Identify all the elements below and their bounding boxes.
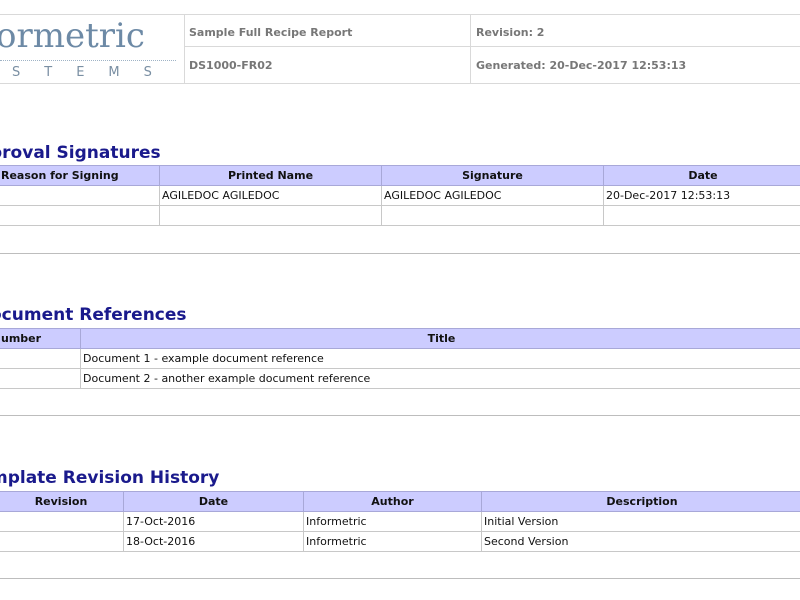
table-row: AGILEDOC AGILEDOC AGILEDOC AGILEDOC 20-D… [0, 185, 800, 206]
company-logo-subtitle: STEMS [12, 65, 176, 80]
table-cell [159, 205, 382, 226]
column-header: Reason for Signing [0, 165, 160, 186]
revision-history-heading: mplate Revision History [0, 468, 220, 488]
approval-signatures-table: Reason for Signing Printed Name Signatur… [0, 165, 800, 226]
section-divider [0, 253, 800, 254]
report-title: Sample Full Recipe Report [189, 26, 353, 39]
table-cell: 20-Dec-2017 12:53:13 [603, 185, 800, 206]
section-divider [0, 578, 800, 579]
table-cell: Document 2 - another example document re… [80, 368, 800, 389]
table-cell [603, 205, 800, 226]
table-cell: Informetric [303, 511, 482, 532]
column-header: Description [481, 491, 800, 512]
header-bottom-border [0, 83, 800, 84]
table-cell: AGILEDOC AGILEDOC [159, 185, 382, 206]
document-references-table: umber Title Document 1 - example documen… [0, 328, 800, 389]
column-header: Signature [381, 165, 604, 186]
revision-history-table: Revision Date Author Description 17-Oct-… [0, 491, 800, 552]
table-header-row: Revision Date Author Description [0, 491, 800, 512]
header-top-border [0, 14, 800, 15]
document-id: DS1000-FR02 [189, 59, 273, 72]
header-divider-right [470, 14, 471, 84]
table-cell: 18-Oct-2016 [123, 531, 304, 552]
report-page: ormetric STEMS Sample Full Recipe Report… [0, 0, 800, 600]
approval-signatures-heading: proval Signatures [0, 143, 161, 163]
column-header: Printed Name [159, 165, 382, 186]
generated-timestamp: Generated: 20-Dec-2017 12:53:13 [476, 59, 687, 72]
company-logo-wordmark: ormetric [0, 16, 145, 56]
header-divider-left [184, 14, 185, 84]
column-header: Date [123, 491, 304, 512]
table-cell: 17-Oct-2016 [123, 511, 304, 532]
document-references-heading: ocument References [0, 305, 187, 325]
table-cell [0, 368, 81, 389]
column-header: Date [603, 165, 800, 186]
column-header: Title [80, 328, 800, 349]
table-header-row: umber Title [0, 328, 800, 349]
header-middle-border [184, 46, 800, 47]
table-cell [0, 348, 81, 369]
table-header-row: Reason for Signing Printed Name Signatur… [0, 165, 800, 186]
table-row: 18-Oct-2016 Informetric Second Version [0, 531, 800, 552]
table-cell [0, 511, 124, 532]
logo-dotted-rule [0, 60, 176, 61]
table-cell: Informetric [303, 531, 482, 552]
column-header: umber [0, 328, 81, 349]
table-cell [381, 205, 604, 226]
table-cell [0, 185, 160, 206]
table-cell: Document 1 - example document reference [80, 348, 800, 369]
table-row: 17-Oct-2016 Informetric Initial Version [0, 511, 800, 532]
table-cell [0, 205, 160, 226]
table-row: Document 2 - another example document re… [0, 368, 800, 389]
table-cell: Initial Version [481, 511, 800, 532]
table-row [0, 205, 800, 226]
section-divider [0, 415, 800, 416]
column-header: Revision [0, 491, 124, 512]
revision-label: Revision: 2 [476, 26, 545, 39]
table-cell [0, 531, 124, 552]
table-cell: AGILEDOC AGILEDOC [381, 185, 604, 206]
table-row: Document 1 - example document reference [0, 348, 800, 369]
column-header: Author [303, 491, 482, 512]
table-cell: Second Version [481, 531, 800, 552]
